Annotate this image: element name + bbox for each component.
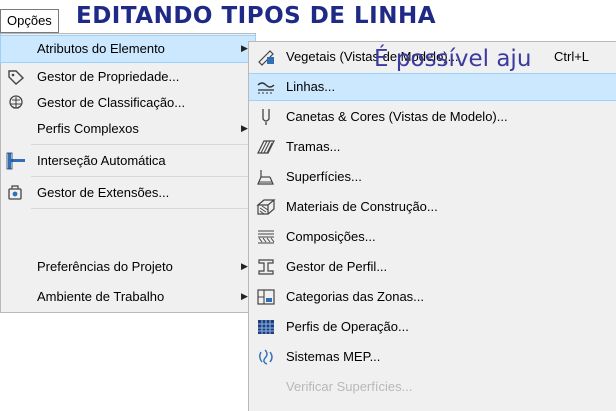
menu-item-work-environment[interactable]: Ambiente de Trabalho ▶ xyxy=(1,284,255,310)
classification-icon xyxy=(5,93,27,113)
submenu-item-label: Canetas & Cores (Vistas de Modelo)... xyxy=(286,109,508,124)
menu-item-classification-manager[interactable]: Gestor de Classificação... xyxy=(1,90,255,116)
menu-item-complex-profiles[interactable]: Perfis Complexos ▶ xyxy=(1,116,255,142)
overlay-subtitle: É possível aju xyxy=(374,46,532,72)
submenu-arrow-icon: ▶ xyxy=(241,261,248,271)
menu-item-label: Preferências do Projeto xyxy=(37,259,173,274)
menu-item-label: Gestor de Propriedade... xyxy=(37,69,180,84)
submenu-item-label: Categorias das Zonas... xyxy=(286,289,425,304)
submenu-item-check-surfaces[interactable]: Verificar Superfícies... xyxy=(249,374,616,400)
mep-systems-icon xyxy=(255,347,277,367)
menu-item-label: Gestor de Extensões... xyxy=(37,185,170,200)
submenu-item-fills[interactable]: Tramas... xyxy=(249,134,616,160)
lines-icon xyxy=(255,77,277,97)
submenu-item-pens-colors[interactable]: Canetas & Cores (Vistas de Modelo)... xyxy=(249,104,616,130)
fills-icon xyxy=(255,137,277,157)
submenu-arrow-icon: ▶ xyxy=(241,123,248,133)
submenu-item-composites[interactable]: Composições... xyxy=(249,224,616,250)
submenu-item-surfaces[interactable]: Superfícies... xyxy=(249,164,616,190)
options-menu: Atributos do Elemento ▶ Gestor de Propri… xyxy=(0,33,256,313)
submenu-arrow-icon: ▶ xyxy=(241,43,248,53)
submenu-item-building-materials[interactable]: Materiais de Construção... xyxy=(249,194,616,220)
building-materials-icon xyxy=(255,197,277,217)
tag-icon xyxy=(5,67,27,87)
menu-item-extensions-manager[interactable]: Gestor de Extensões... xyxy=(1,180,255,206)
menu-item-label: Ambiente de Trabalho xyxy=(37,289,165,304)
operation-profiles-icon xyxy=(255,317,277,337)
overlay-title: EDITANDO TIPOS DE LINHA xyxy=(76,3,437,29)
menu-item-auto-intersection[interactable]: Interseção Automática xyxy=(1,148,255,174)
submenu-item-label: Sistemas MEP... xyxy=(286,349,381,364)
submenu-item-label: Linhas... xyxy=(286,79,336,94)
submenu-item-zone-categories[interactable]: Categorias das Zonas... xyxy=(249,284,616,310)
submenu-arrow-icon: ▶ xyxy=(241,291,248,301)
menu-item-property-manager[interactable]: Gestor de Propriedade... xyxy=(1,64,255,90)
element-attributes-submenu: Vegetais (Vistas de Modelo)... Ctrl+L Li… xyxy=(248,41,616,411)
menu-item-label: Interseção Automática xyxy=(37,153,166,168)
submenu-item-label: Superfícies... xyxy=(286,169,362,184)
extensions-icon xyxy=(5,183,27,203)
submenu-item-label: Perfis de Operação... xyxy=(286,319,409,334)
shortcut-label: Ctrl+L xyxy=(554,49,590,64)
menu-item-label: Atributos do Elemento xyxy=(37,41,165,56)
zone-categories-icon xyxy=(255,287,277,307)
submenu-item-operation-profiles[interactable]: Perfis de Operação... xyxy=(249,314,616,340)
intersection-icon xyxy=(5,151,27,171)
submenu-item-profile-manager[interactable]: Gestor de Perfil... xyxy=(249,254,616,280)
menu-item-label: Perfis Complexos xyxy=(37,121,139,136)
submenu-item-lines[interactable]: Linhas... xyxy=(249,73,616,101)
submenu-item-label: Materiais de Construção... xyxy=(286,199,438,214)
submenu-item-label: Verificar Superfícies... xyxy=(286,379,413,394)
submenu-item-label: Gestor de Perfil... xyxy=(286,259,388,274)
menu-item-project-preferences[interactable]: Preferências do Projeto ▶ xyxy=(1,254,255,280)
pen-colors-icon xyxy=(255,107,277,127)
pens-icon xyxy=(255,47,277,67)
composites-icon xyxy=(255,227,277,247)
submenu-item-label: Composições... xyxy=(286,229,376,244)
menubar-options[interactable]: Opções xyxy=(0,9,59,33)
surfaces-icon xyxy=(255,167,277,187)
menu-separator xyxy=(31,208,251,209)
menu-separator xyxy=(31,144,251,145)
menu-item-element-attributes[interactable]: Atributos do Elemento ▶ xyxy=(0,35,256,63)
menu-item-label: Gestor de Classificação... xyxy=(37,95,186,110)
submenu-item-mep-systems[interactable]: Sistemas MEP... xyxy=(249,344,616,370)
submenu-item-label: Tramas... xyxy=(286,139,341,154)
menu-separator xyxy=(31,176,251,177)
profile-manager-icon xyxy=(255,257,277,277)
